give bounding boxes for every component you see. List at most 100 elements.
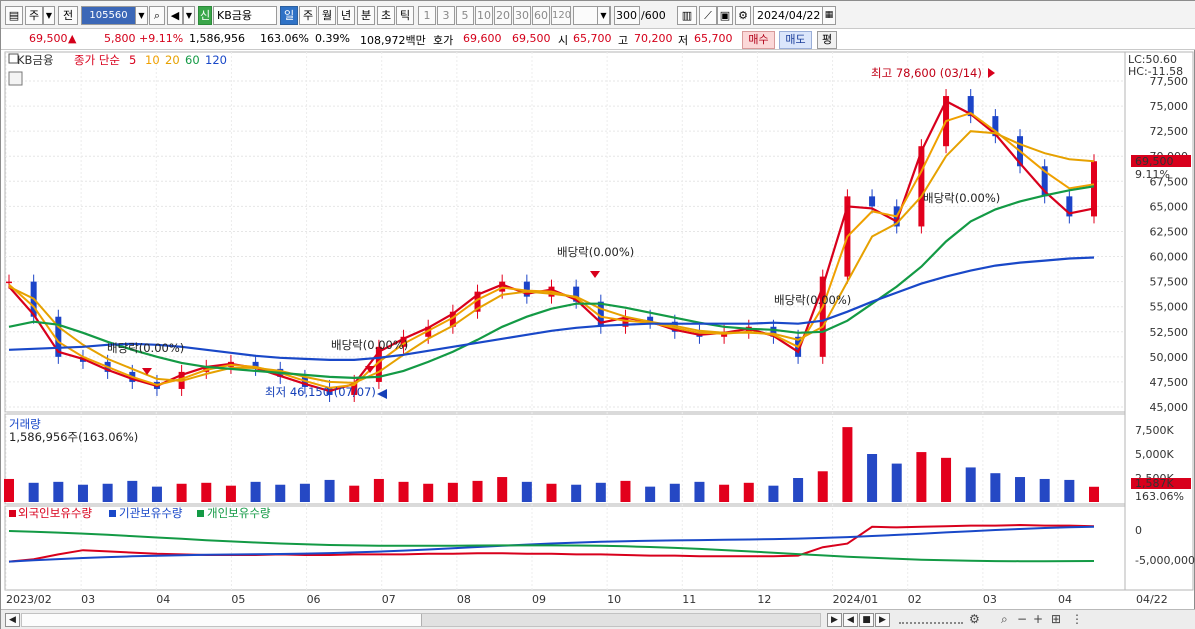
date-input[interactable]: 2024/04/22 <box>753 6 823 25</box>
search-zoom-icon[interactable]: ⌕ <box>1001 612 1008 627</box>
interval-3[interactable]: 3 <box>437 6 455 25</box>
draw-tool-icon[interactable]: ⟋ <box>699 6 717 25</box>
vol-axis-5000: 5,000K <box>1135 448 1174 461</box>
dividend-label-4: 배당락(0.00%) <box>774 293 851 307</box>
grid-view-icon[interactable] <box>8 71 23 86</box>
volume-bar <box>423 483 434 502</box>
volume-bar <box>817 471 828 502</box>
period-minute[interactable]: 분 <box>357 6 375 25</box>
candle-body <box>869 196 876 207</box>
date-tick-label: 09 <box>532 593 546 606</box>
speaker-icon[interactable]: ◀ <box>167 6 183 25</box>
play-back-icon[interactable]: ◀ <box>843 613 858 627</box>
interval-120-label: 120 <box>552 10 571 21</box>
volume-bar <box>620 480 631 502</box>
volume-bar <box>299 483 310 502</box>
period-year[interactable]: 년 <box>337 6 355 25</box>
volume-value: 1,586,956 <box>189 32 245 45</box>
volume-panel <box>4 413 1126 505</box>
period-day[interactable]: 일 <box>280 6 298 25</box>
period-tick[interactable]: 틱 <box>396 6 414 25</box>
play-forward-icon[interactable]: ▶ <box>875 613 890 627</box>
volume-bar <box>275 484 286 502</box>
volume-bar <box>965 467 976 502</box>
volume-bar <box>1039 478 1050 502</box>
sell-button[interactable]: 매도 <box>779 31 812 49</box>
legend-institution-icon <box>109 510 116 517</box>
price-tag: 69,500 <box>1135 155 1174 168</box>
stock-name-field[interactable]: KB금융 <box>213 6 277 25</box>
average-label: 평 <box>821 33 833 46</box>
volume-bar <box>497 477 508 502</box>
save-icon[interactable]: ▣ <box>717 6 733 25</box>
low-price: 65,700 <box>694 32 733 45</box>
scroll-left-icon[interactable]: ◀ <box>5 613 20 627</box>
stop-icon[interactable]: ■ <box>859 613 874 627</box>
volume-bar <box>842 427 853 502</box>
candle-type-icon[interactable]: ▥ <box>677 6 697 25</box>
interval-1[interactable]: 1 <box>418 6 436 25</box>
period-minute-label: 분 <box>360 9 372 22</box>
calendar-icon[interactable]: ▦ <box>822 6 836 25</box>
period-second[interactable]: 초 <box>377 6 395 25</box>
prev-button[interactable]: 전 <box>58 6 78 25</box>
interval-10[interactable]: 10 <box>475 6 493 25</box>
chart-menu-icon[interactable]: ▤ <box>5 6 23 25</box>
price-tick-label: 45,000 <box>1150 401 1189 414</box>
volume-bar <box>916 452 927 502</box>
search-icon[interactable]: ⌕ <box>149 6 165 25</box>
scroll-thumb[interactable] <box>22 614 422 626</box>
volume-bar <box>1089 486 1099 502</box>
chart-area[interactable]: KB금융 종가 단순 5 10 20 60 120 77,50075,00072… <box>1 50 1195 609</box>
speaker-dropdown-icon[interactable]: ▼ <box>183 6 195 25</box>
volume-readout: 1,586,956주(163.06%) <box>9 430 138 444</box>
period-week-label: 주 <box>302 9 314 22</box>
chart-scrollbar[interactable]: ◀ ▶ ◀ ■ ▶ ⚙ ⌕ − + ⊞ ⋮ <box>1 609 1195 629</box>
market-dropdown-icon[interactable]: ▼ <box>43 6 55 25</box>
legend-stock-name: KB금융 <box>17 53 54 67</box>
period-month[interactable]: 월 <box>318 6 336 25</box>
settings-icon[interactable]: ⚙ <box>969 612 980 626</box>
volume-bar <box>127 480 138 502</box>
interval-120[interactable]: 120 <box>551 6 571 25</box>
ask-price-1: 69,600 <box>463 32 502 45</box>
interval-5[interactable]: 5 <box>456 6 474 25</box>
volume-ratio: 163.06% <box>260 32 309 45</box>
volume-bar <box>1064 479 1075 502</box>
new-badge-label: 신 <box>199 9 211 22</box>
buy-label: 매수 <box>748 33 769 46</box>
dividend-label-1: 배당락(0.00%) <box>107 341 184 355</box>
stock-chart-window: ▤ 주 ▼ 전 105560 ▼ ⌕ ◀ ▼ 신 KB금융 일 주 월 년 분 … <box>0 0 1195 629</box>
settings-gear-icon[interactable]: ⚙ <box>735 6 751 25</box>
price-tick-label: 50,000 <box>1150 351 1189 364</box>
buy-button[interactable]: 매수 <box>742 31 775 49</box>
code-dropdown-icon[interactable]: ▼ <box>135 6 148 25</box>
quote-bar: 69,500 ▲ 5,800 +9.11% 1,586,956 163.06% … <box>1 29 1195 50</box>
scroll-track[interactable] <box>21 613 821 627</box>
count-input[interactable]: 300 <box>614 6 640 25</box>
scroll-right-icon[interactable]: ▶ <box>827 613 842 627</box>
date-tick-label: 2024/01 <box>833 593 879 606</box>
low-label: 저 <box>678 34 689 47</box>
period-week[interactable]: 주 <box>299 6 317 25</box>
period-second-label: 초 <box>380 9 392 22</box>
interval-60[interactable]: 60 <box>532 6 550 25</box>
interval-5-label: 5 <box>461 9 469 22</box>
price-tick-label: 47,500 <box>1150 376 1189 389</box>
stock-code-input[interactable]: 105560 <box>81 6 136 25</box>
zoom-slider[interactable] <box>899 614 963 624</box>
market-select[interactable]: 주 <box>25 6 43 25</box>
custom-interval-dropdown-icon[interactable]: ▼ <box>597 6 610 25</box>
volume-bar <box>793 478 804 502</box>
price-tick-label: 57,500 <box>1150 276 1189 289</box>
scroll-dots-icon[interactable]: ⋮ <box>1071 612 1083 626</box>
high-price: 70,200 <box>634 32 673 45</box>
average-button[interactable]: 평 <box>817 31 837 49</box>
zoom-in-icon[interactable]: + <box>1033 612 1043 626</box>
interval-20[interactable]: 20 <box>494 6 512 25</box>
interval-30[interactable]: 30 <box>513 6 531 25</box>
ask-label: 호가 <box>433 34 454 47</box>
add-chart-icon[interactable]: ⊞ <box>1051 612 1061 626</box>
dividend-label-3: 배당락(0.00%) <box>557 245 634 259</box>
zoom-out-icon[interactable]: − <box>1017 612 1027 626</box>
